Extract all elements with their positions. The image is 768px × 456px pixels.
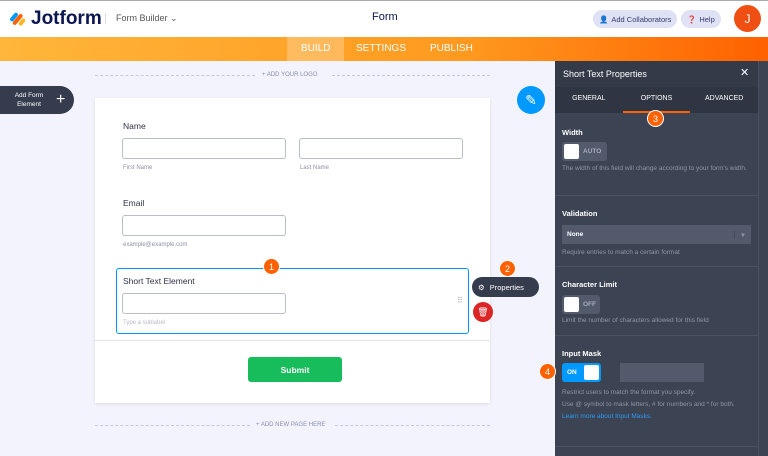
toggle-text: OFF	[583, 301, 596, 308]
sublabel-placeholder[interactable]: Type a sublabel	[123, 320, 165, 326]
short-text-label: Short Text Element	[123, 276, 195, 286]
paint-roller-icon: ✎	[525, 91, 537, 108]
divider	[95, 75, 255, 76]
delete-button[interactable]: 🗑	[473, 302, 493, 322]
first-name-input[interactable]	[122, 138, 286, 159]
tab-settings[interactable]: SETTINGS	[342, 37, 420, 61]
form-designer-button[interactable]: ✎	[517, 86, 545, 114]
help-icon: ❓	[687, 14, 697, 24]
close-icon[interactable]: ✕	[740, 66, 749, 79]
help-button[interactable]: ❓ Help	[681, 10, 721, 28]
toggle-knob	[564, 297, 579, 312]
jotform-logo[interactable]: Jotform	[10, 8, 102, 30]
jotform-logo-icon	[10, 12, 26, 26]
step-badge-4: 4	[539, 363, 556, 380]
step-badge-1: 1	[263, 258, 280, 275]
plus-icon: +	[56, 91, 66, 108]
input-mask-section: Input Mask ON Restrict users to match th…	[555, 337, 758, 447]
chevron-down-icon: ▾	[734, 230, 751, 239]
form-builder-dropdown[interactable]: Form Builder ⌄	[105, 13, 178, 24]
add-collaborators-label: Add Collaborators	[611, 14, 672, 24]
tab-publish[interactable]: PUBLISH	[416, 37, 487, 61]
tab-advanced[interactable]: ADVANCED	[690, 87, 758, 113]
input-mask-label: Input Mask	[562, 349, 602, 358]
last-name-sublabel: Last Name	[300, 165, 330, 171]
validation-section: Validation None ▾ Require entries to matc…	[555, 197, 758, 267]
divider	[335, 425, 490, 426]
toggle-knob	[564, 144, 579, 159]
width-description: The width of this field will change acco…	[562, 165, 747, 172]
input-mask-toggle[interactable]: ON	[562, 363, 601, 382]
first-name-sublabel: First Name	[123, 165, 153, 171]
width-label: Width	[562, 128, 583, 137]
character-limit-label: Character Limit	[562, 280, 618, 289]
character-limit-toggle[interactable]: OFF	[562, 295, 600, 314]
character-limit-section: Character Limit OFF Limit the number of …	[555, 268, 758, 336]
short-text-input[interactable]	[122, 293, 286, 314]
input-mask-field[interactable]	[620, 363, 704, 382]
tab-general[interactable]: GENERAL	[555, 87, 623, 113]
validation-description: Require entries to match a certain forma…	[562, 249, 680, 256]
email-input[interactable]	[122, 215, 286, 236]
properties-label: Properties	[489, 282, 524, 292]
trash-icon: 🗑	[477, 306, 489, 317]
user-icon: 👤	[599, 14, 609, 24]
divider	[332, 75, 490, 76]
email-label: Email	[123, 198, 145, 208]
validation-label: Validation	[562, 209, 598, 218]
divider	[95, 340, 490, 341]
width-toggle[interactable]: AUTO	[562, 142, 607, 161]
last-name-input[interactable]	[299, 138, 463, 159]
panel-header: Short Text Properties	[555, 61, 758, 87]
validation-select[interactable]: None ▾	[562, 225, 751, 244]
add-element-label: Add Form Element	[14, 92, 44, 108]
drag-handle-icon[interactable]: ⠿	[457, 296, 463, 305]
form-title[interactable]: Form	[372, 11, 398, 23]
submit-button[interactable]: Submit	[248, 357, 342, 382]
toggle-knob	[584, 365, 599, 380]
toggle-text: ON	[567, 369, 577, 376]
validation-value: None	[567, 231, 584, 238]
toggle-text: AUTO	[583, 148, 602, 155]
tab-build[interactable]: BUILD	[287, 37, 345, 61]
step-badge-2: 2	[499, 260, 516, 277]
brand-name: Jotform	[31, 8, 102, 29]
name-label: Name	[123, 121, 146, 131]
character-limit-description: Limit the number of characters allowed f…	[562, 317, 709, 324]
builder-label: Form Builder	[116, 13, 168, 23]
add-collaborators-button[interactable]: 👤 Add Collaborators	[593, 10, 678, 28]
gear-icon: ⚙	[478, 282, 485, 292]
width-section: Width AUTO The width of this field will …	[555, 124, 758, 196]
add-new-page-link[interactable]: + ADD NEW PAGE HERE	[256, 422, 325, 428]
help-label: Help	[699, 14, 715, 24]
panel-scrollbar[interactable]	[758, 61, 768, 456]
add-logo-link[interactable]: + ADD YOUR LOGO	[262, 72, 317, 78]
divider	[95, 425, 250, 426]
input-mask-hint: Use @ symbol to mask letters, # for numb…	[562, 401, 735, 408]
panel-title: Short Text Properties	[563, 69, 647, 79]
email-sublabel: example@example.com	[123, 242, 188, 248]
input-mask-description: Restrict users to match the format you s…	[562, 389, 696, 396]
properties-button[interactable]: ⚙ Properties	[472, 277, 539, 297]
avatar[interactable]: J	[734, 5, 761, 32]
chevron-down-icon: ⌄	[170, 13, 178, 23]
input-mask-learn-more-link[interactable]: Learn more about Input Masks.	[562, 411, 751, 423]
add-form-element-button[interactable]: Add Form Element +	[0, 86, 74, 114]
